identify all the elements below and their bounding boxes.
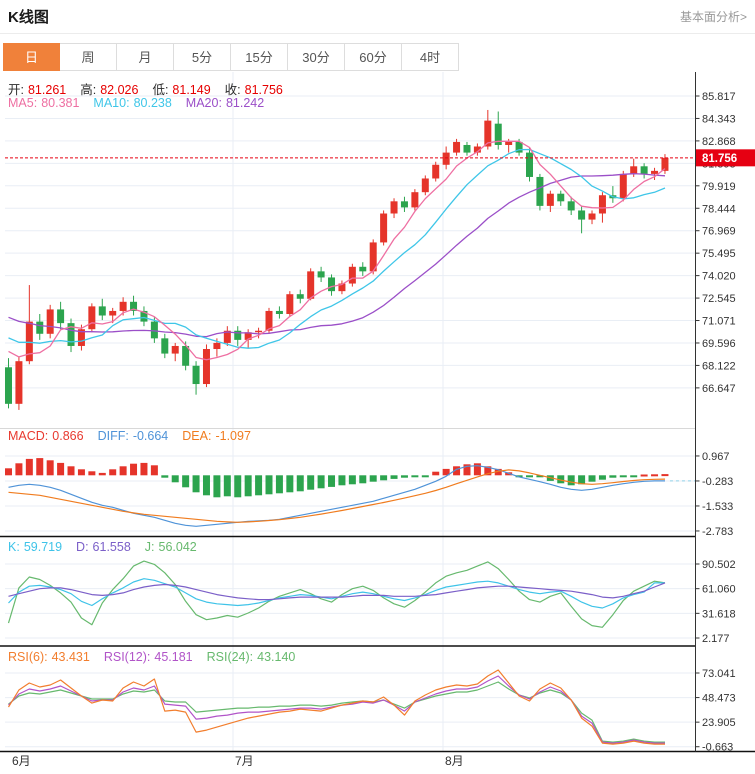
svg-text:73.041: 73.041 <box>702 668 736 680</box>
macd-legend: MACD: 0.866 DIFF: -0.664 DEA: -1.097 <box>8 429 255 443</box>
svg-text:75.495: 75.495 <box>702 248 736 260</box>
dea-label: DEA: <box>182 429 212 443</box>
svg-text:84.343: 84.343 <box>702 113 736 125</box>
svg-text:2.177: 2.177 <box>702 633 730 645</box>
ma5-label: MA5: <box>8 96 38 110</box>
open-label: 开: <box>8 83 24 97</box>
rsi24-label: RSI(24): <box>206 650 254 664</box>
rsi12-value: 45.181 <box>154 650 193 664</box>
svg-text:76.969: 76.969 <box>702 226 736 238</box>
k-value: 59.719 <box>23 540 63 554</box>
svg-text:90.502: 90.502 <box>702 559 736 571</box>
close-label: 收: <box>224 83 241 97</box>
rsi12-label: RSI(12): <box>103 650 151 664</box>
close-value: 81.756 <box>244 83 283 97</box>
high-value: 82.026 <box>100 83 139 97</box>
svg-text:85.817: 85.817 <box>702 91 736 103</box>
svg-text:68.122: 68.122 <box>702 360 736 372</box>
page-header: K线图 基本面分析> <box>0 0 755 34</box>
d-label: D: <box>76 540 89 554</box>
tab-15min[interactable]: 15分 <box>231 43 288 71</box>
svg-text:-2.783: -2.783 <box>702 526 733 538</box>
svg-text:71.071: 71.071 <box>702 316 736 328</box>
page-title: K线图 <box>8 9 49 26</box>
ma10-value: 80.238 <box>133 96 172 110</box>
chart-canvas: 6月7月8月85.81784.34382.86881.39379.91978.4… <box>0 72 755 768</box>
rsi6-value: 43.431 <box>51 650 90 664</box>
j-value: 56.042 <box>158 540 197 554</box>
tab-60min[interactable]: 60分 <box>345 43 402 71</box>
dea-value: -1.097 <box>215 429 251 443</box>
kline-page: K线图 基本面分析> 日 周 月 5分 15分 30分 60分 4时 6月 7月 8… <box>0 0 755 774</box>
ma10-label: MA10: <box>93 96 130 110</box>
svg-text:8月: 8月 <box>445 754 464 768</box>
tab-5min[interactable]: 5分 <box>174 43 231 71</box>
kdj-legend: K: 59.719 D: 61.558 J: 56.042 <box>8 540 201 554</box>
tab-30min[interactable]: 30分 <box>288 43 345 71</box>
d-value: 61.558 <box>92 540 131 554</box>
ma5-value: 80.381 <box>41 96 80 110</box>
rsi24-value: 43.140 <box>257 650 296 664</box>
k-label: K: <box>8 540 20 554</box>
macd-value: 0.866 <box>52 429 84 443</box>
open-value: 81.261 <box>27 83 67 97</box>
svg-text:78.444: 78.444 <box>702 203 736 215</box>
low-label: 低: <box>152 83 169 97</box>
rsi-legend: RSI(6): 43.431 RSI(12): 45.181 RSI(24): 43.14… <box>8 650 299 664</box>
svg-text:69.596: 69.596 <box>702 338 736 350</box>
tab-4hour[interactable]: 4时 <box>402 43 459 71</box>
high-label: 高: <box>80 83 97 97</box>
macd-label: MACD: <box>8 429 49 443</box>
svg-text:23.905: 23.905 <box>702 717 736 729</box>
diff-label: DIFF: <box>97 429 129 443</box>
svg-text:48.473: 48.473 <box>702 693 736 705</box>
svg-text:72.545: 72.545 <box>702 293 736 305</box>
svg-text:6月: 6月 <box>12 754 31 768</box>
svg-text:66.647: 66.647 <box>702 383 736 395</box>
diff-value: -0.664 <box>132 429 169 443</box>
fundamental-analysis-link[interactable]: 基本面分析> <box>680 8 747 25</box>
ma-legend: MA5: 80.381 MA10: 80.238 MA20: 81.242 <box>8 96 268 110</box>
svg-text:31.618: 31.618 <box>702 608 736 620</box>
svg-text:0.967: 0.967 <box>702 451 730 463</box>
rsi6-label: RSI(6): <box>8 650 48 664</box>
svg-text:79.919: 79.919 <box>702 181 736 193</box>
svg-text:7月: 7月 <box>235 754 254 768</box>
svg-text:61.060: 61.060 <box>702 584 736 596</box>
ma20-value: 81.242 <box>225 96 265 110</box>
svg-text:-1.533: -1.533 <box>702 501 733 513</box>
low-value: 81.149 <box>172 83 211 97</box>
tab-monthly[interactable]: 月 <box>117 43 174 71</box>
svg-text:81.756: 81.756 <box>702 153 737 165</box>
period-tabbar: 日 周 月 5分 15分 30分 60分 4时 <box>3 43 459 71</box>
svg-text:74.020: 74.020 <box>702 271 736 283</box>
svg-text:82.868: 82.868 <box>702 136 736 148</box>
j-label: J: <box>144 540 155 554</box>
ma20-label: MA20: <box>185 96 222 110</box>
tab-weekly[interactable]: 周 <box>60 43 117 71</box>
svg-text:-0.283: -0.283 <box>702 476 733 488</box>
tab-daily[interactable]: 日 <box>3 43 60 71</box>
